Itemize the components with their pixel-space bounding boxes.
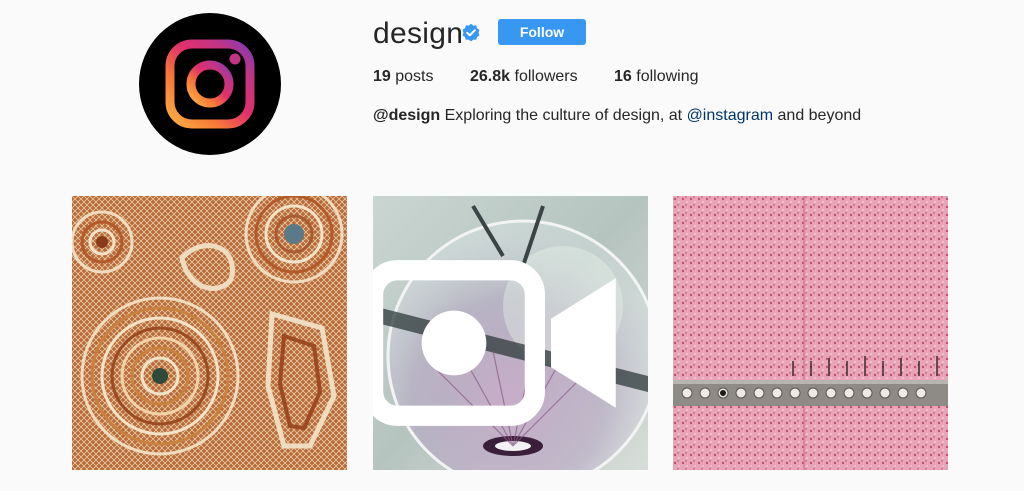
bio-mention-link[interactable]: @instagram bbox=[687, 107, 774, 124]
followers-label: followers bbox=[514, 68, 578, 85]
bio-text-after: and beyond bbox=[777, 107, 862, 124]
following-label: following bbox=[636, 68, 699, 85]
posts-count: 19 bbox=[373, 68, 391, 85]
post-image-pink-panel bbox=[673, 196, 948, 470]
video-icon bbox=[373, 260, 616, 426]
post-thumbnail-3[interactable] bbox=[673, 196, 948, 470]
post-image-woven-circles bbox=[72, 196, 347, 470]
post-thumbnail-1[interactable] bbox=[72, 196, 347, 470]
stat-posts[interactable]: 19 posts bbox=[373, 68, 434, 86]
profile-avatar[interactable] bbox=[139, 13, 281, 155]
followers-count: 26.8k bbox=[470, 68, 511, 85]
profile-bio: @design Exploring the culture of design,… bbox=[373, 107, 861, 125]
post-thumbnail-2[interactable] bbox=[373, 196, 648, 470]
bio-text-before: Exploring the culture of design, at bbox=[444, 107, 683, 124]
following-count: 16 bbox=[614, 68, 632, 85]
profile-username: design bbox=[373, 17, 464, 50]
stat-followers[interactable]: 26.8k followers bbox=[470, 68, 578, 86]
posts-label: posts bbox=[395, 68, 434, 85]
bio-handle: @design bbox=[373, 107, 441, 124]
stat-following[interactable]: 16 following bbox=[614, 68, 699, 86]
follow-button[interactable]: Follow bbox=[498, 19, 586, 45]
instagram-logo-icon bbox=[165, 39, 255, 129]
verified-badge-icon bbox=[462, 23, 480, 42]
